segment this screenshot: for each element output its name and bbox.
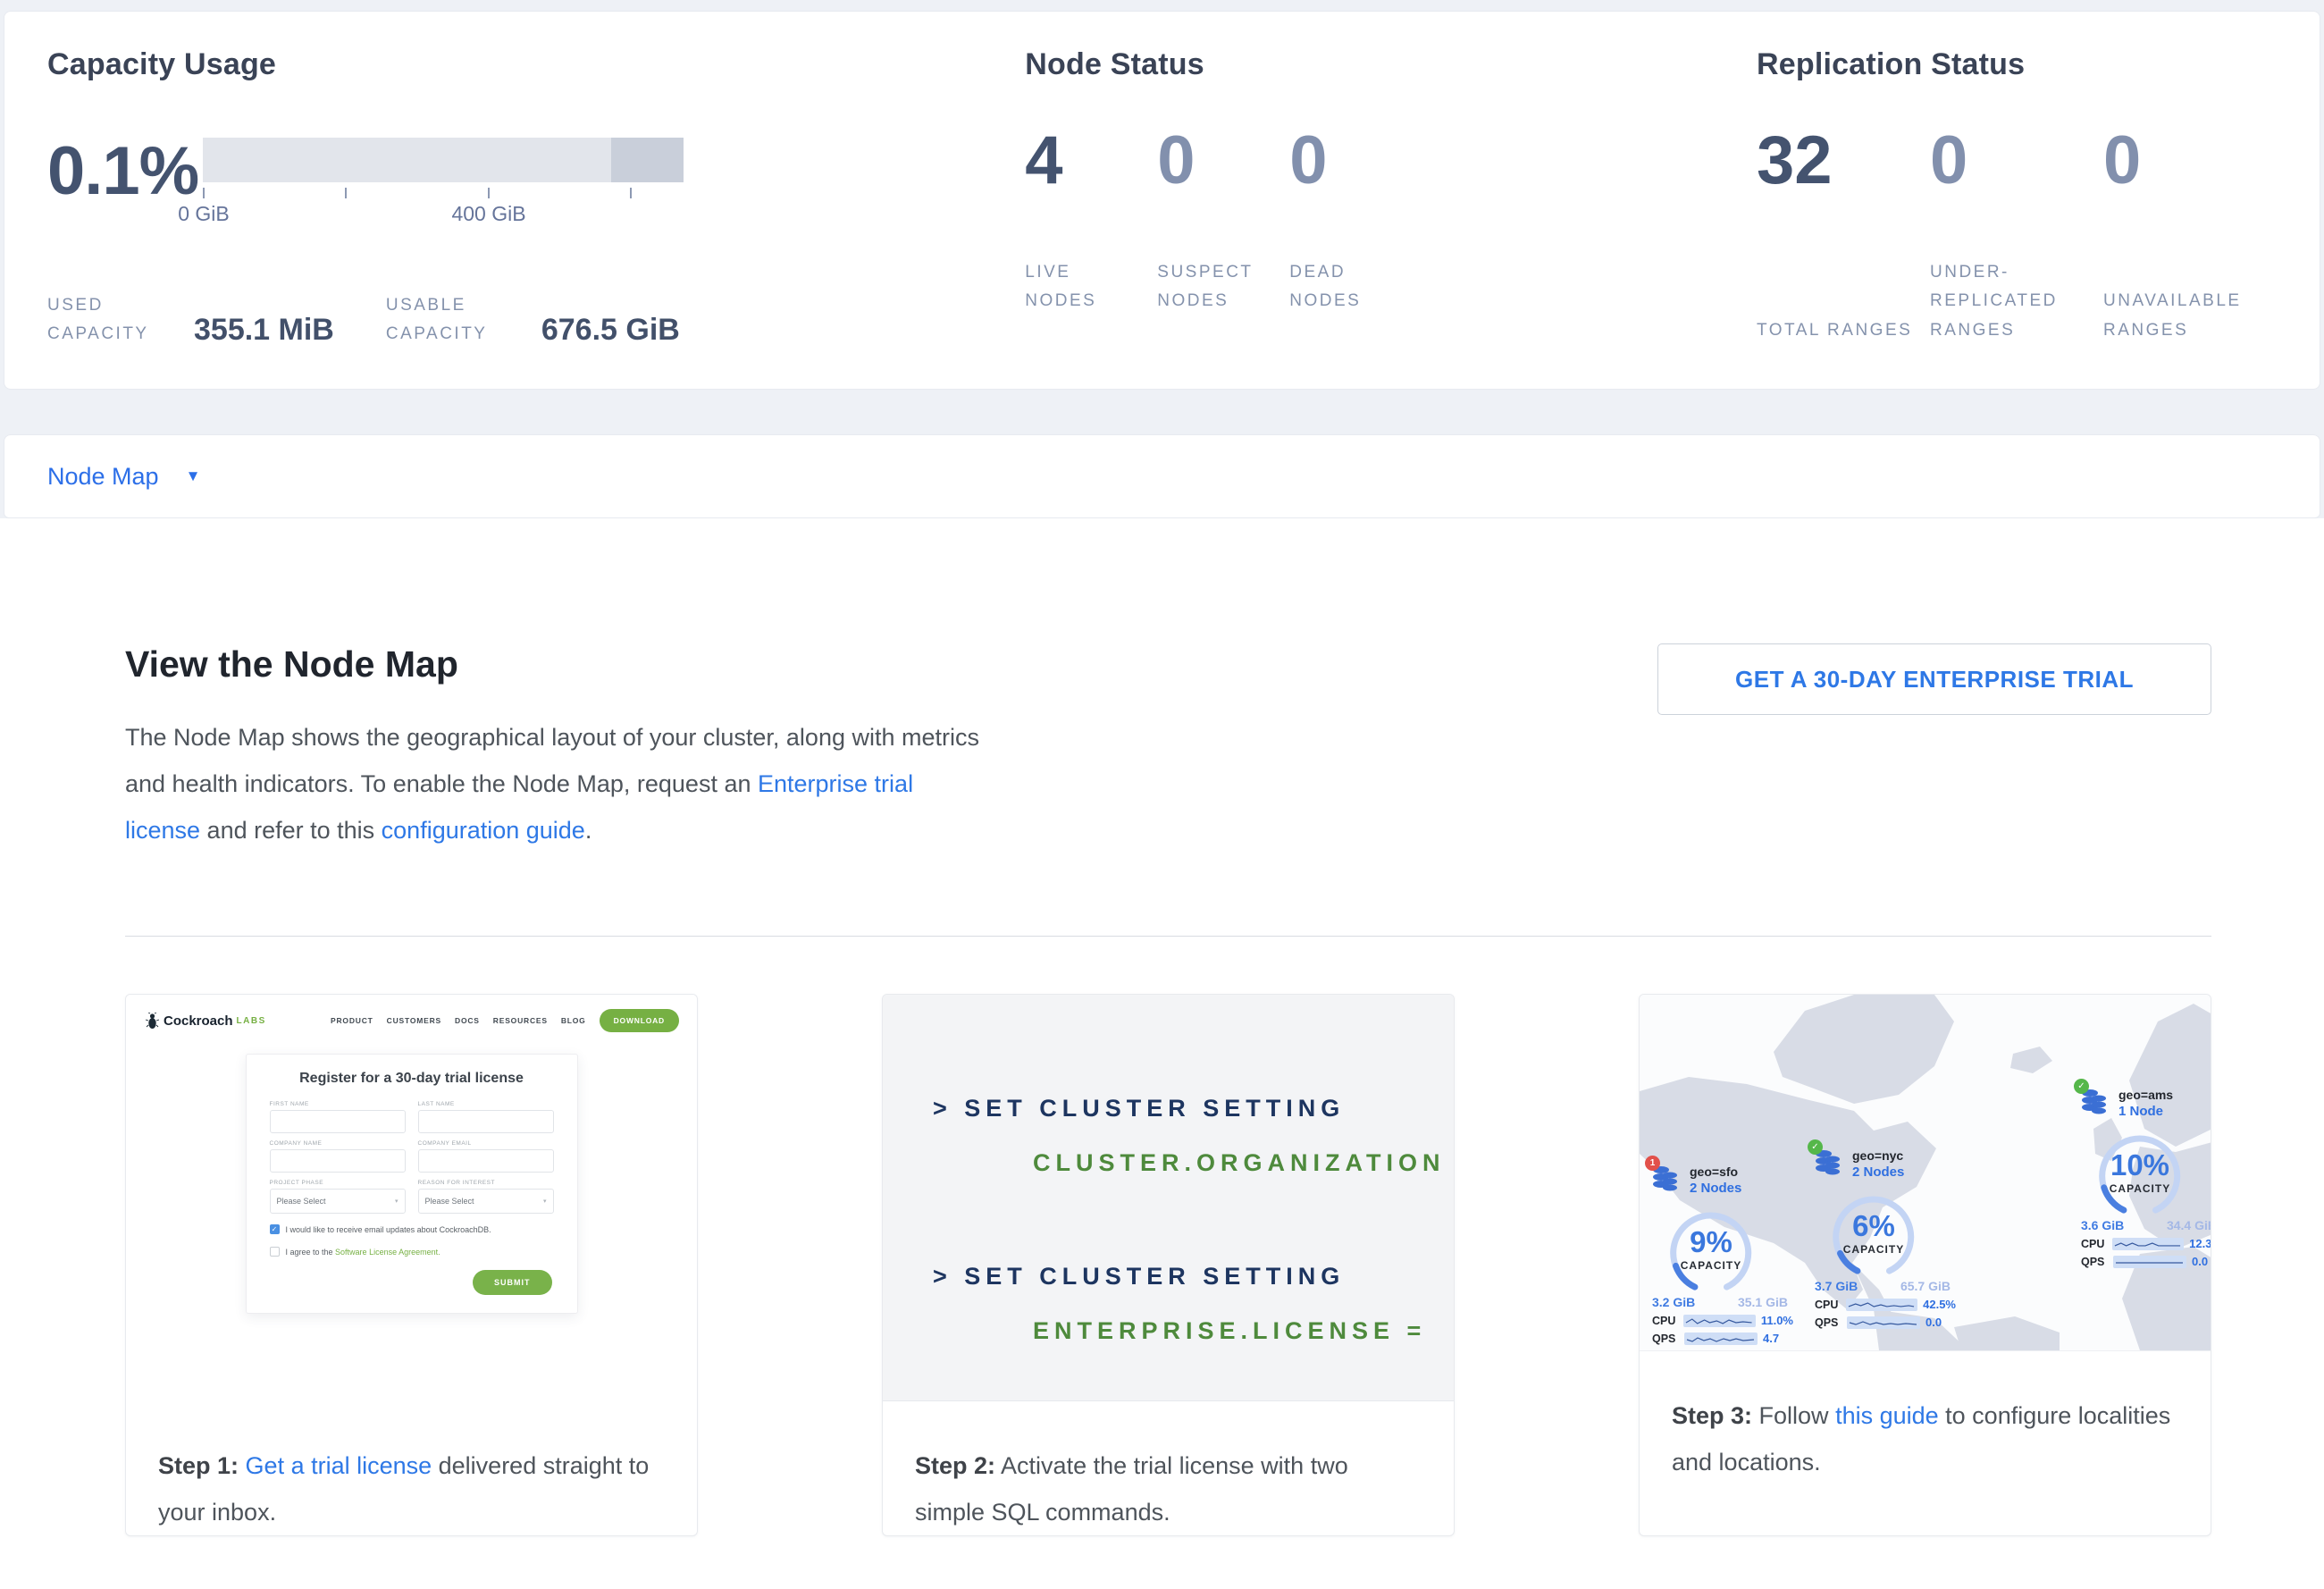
- capacity-usage-title: Capacity Usage: [47, 47, 1025, 82]
- under-replicated-count: 0: [1930, 122, 2103, 199]
- site-download-button: DOWNLOAD: [600, 1009, 679, 1032]
- node-map-dropdown[interactable]: Node Map: [47, 463, 159, 491]
- trial-registration-form: Register for a 30-day trial license FIRS…: [246, 1054, 578, 1314]
- reason-select: Please Select▾: [418, 1189, 554, 1214]
- under-replicated-label: UNDER-REPLICATED RANGES: [1930, 258, 2091, 345]
- unavailable-label: UNAVAILABLE RANGES: [2103, 287, 2264, 345]
- top-summary-area: Capacity Usage 0.1% 0 GiB 400 Gi: [0, 0, 2324, 518]
- locality-widget-nyc: ✓ geo=nyc 2 Nodes: [1815, 1148, 1956, 1329]
- suspect-nodes-count: 0: [1157, 122, 1289, 199]
- total-ranges-label: TOTAL RANGES: [1757, 316, 1917, 345]
- replication-status-title: Replication Status: [1757, 47, 2277, 82]
- step2-caption: Step 2: Activate the trial license with …: [883, 1400, 1454, 1535]
- chevron-down-icon[interactable]: ▼: [186, 467, 201, 485]
- step3-caption: Step 3: Follow this guide to configure l…: [1640, 1350, 2211, 1535]
- locality-node-count: 1 Node: [2118, 1104, 2173, 1119]
- form-submit-button: SUBMIT: [473, 1270, 552, 1295]
- site-nav-blog: BLOG: [561, 1016, 586, 1025]
- first-name-field: [270, 1110, 406, 1133]
- sql-arg-2: ENTERPRISE.LICENSE =: [1033, 1317, 1454, 1345]
- locality-name: geo=nyc: [1852, 1148, 1904, 1163]
- healthy-badge: ✓: [2074, 1079, 2089, 1094]
- section-divider: [125, 936, 2211, 937]
- capacity-gauge: 9% CAPACITY: [1654, 1204, 1768, 1293]
- email-updates-checkbox: ✓: [270, 1224, 280, 1234]
- capacity-gauge: 10% CAPACITY: [2083, 1127, 2197, 1216]
- step3-card: 1 geo=sfo 2 Nodes: [1639, 994, 2211, 1536]
- locality-name: geo=sfo: [1690, 1164, 1741, 1179]
- step2-card: > SET CLUSTER SETTING CLUSTER.ORGANIZATI…: [882, 994, 1455, 1536]
- qps-sparkline: [1684, 1333, 1758, 1345]
- get-trial-license-link[interactable]: Get a trial license: [246, 1452, 432, 1479]
- usable-capacity-label: USABLE CAPACITY: [386, 291, 511, 349]
- live-nodes-count: 4: [1025, 122, 1157, 199]
- this-guide-link[interactable]: this guide: [1835, 1402, 1939, 1429]
- locality-widget-sfo: 1 geo=sfo 2 Nodes: [1652, 1164, 1793, 1345]
- company-name-field: [270, 1149, 406, 1173]
- page-title: View the Node Map: [125, 643, 983, 685]
- error-badge: 1: [1645, 1156, 1660, 1171]
- cpu-sparkline: [2112, 1238, 2184, 1250]
- locality-node-count: 2 Nodes: [1690, 1181, 1741, 1196]
- sql-command-2: > SET CLUSTER SETTING: [933, 1263, 1454, 1291]
- capacity-tick-400: 400 GiB: [451, 202, 525, 226]
- dead-nodes-label: DEAD NODES: [1289, 258, 1405, 316]
- site-nav-resources: RESOURCES: [493, 1016, 548, 1025]
- capacity-usage-section: Capacity Usage 0.1% 0 GiB 400 Gi: [47, 47, 1025, 389]
- intro-paragraph: The Node Map shows the geographical layo…: [125, 714, 983, 853]
- node-map-promo-content: View the Node Map The Node Map shows the…: [0, 518, 2324, 1536]
- replication-status-section: Replication Status 32 0 0 TOTAL RANGES U…: [1757, 47, 2277, 389]
- configuration-guide-link[interactable]: configuration guide: [382, 817, 585, 844]
- cockroach-labs-logo: Cockroach LABS: [146, 1013, 266, 1030]
- locality-name: geo=ams: [2118, 1088, 2173, 1102]
- sql-arg-1: CLUSTER.ORGANIZATION =: [1033, 1149, 1454, 1177]
- capacity-tick-0: 0 GiB: [178, 202, 230, 226]
- live-nodes-label: LIVE NODES: [1025, 258, 1141, 316]
- company-email-field: [418, 1149, 554, 1173]
- last-name-field: [418, 1110, 554, 1133]
- form-title: Register for a 30-day trial license: [270, 1071, 554, 1087]
- used-capacity-label: USED CAPACITY: [47, 291, 164, 349]
- usable-capacity-value: 676.5 GiB: [541, 313, 680, 348]
- site-nav-docs: DOCS: [455, 1016, 480, 1025]
- license-agreement-checkbox: [270, 1247, 280, 1257]
- get-enterprise-trial-button[interactable]: GET A 30-DAY ENTERPRISE TRIAL: [1657, 643, 2211, 715]
- sql-command-1: > SET CLUSTER SETTING: [933, 1095, 1454, 1122]
- site-nav: PRODUCT CUSTOMERS DOCS RESOURCES BLOG DO…: [331, 1009, 679, 1032]
- node-status-title: Node Status: [1025, 47, 1757, 82]
- qps-sparkline: [2113, 1256, 2186, 1268]
- total-ranges-count: 32: [1757, 122, 1930, 199]
- project-phase-select: Please Select▾: [270, 1189, 406, 1214]
- healthy-badge: ✓: [1808, 1139, 1823, 1155]
- trial-license-site-thumbnail: Cockroach LABS PRODUCT CUSTOMERS DOCS RE…: [126, 995, 697, 1401]
- sql-commands-figure: > SET CLUSTER SETTING CLUSTER.ORGANIZATI…: [883, 995, 1454, 1400]
- node-map-preview: 1 geo=sfo 2 Nodes: [1640, 995, 2211, 1350]
- locality-node-count: 2 Nodes: [1852, 1164, 1904, 1180]
- site-nav-product: PRODUCT: [331, 1016, 373, 1025]
- step1-card: Cockroach LABS PRODUCT CUSTOMERS DOCS RE…: [125, 994, 698, 1536]
- capacity-bar-track: [203, 138, 684, 182]
- qps-sparkline: [1847, 1316, 1920, 1329]
- view-selector-bar: Node Map ▼: [4, 434, 2320, 518]
- dead-nodes-count: 0: [1289, 122, 1422, 199]
- capacity-percent: 0.1%: [47, 132, 198, 210]
- capacity-axis-ticks: [203, 188, 684, 202]
- capacity-gauge: 6% CAPACITY: [1816, 1188, 1931, 1277]
- cockroach-bug-icon: [146, 1013, 159, 1030]
- capacity-bar: 0 GiB 400 GiB: [203, 138, 684, 229]
- node-status-section: Node Status 4 0 0 LIVE NODES SUSPECT NOD…: [1025, 47, 1757, 389]
- capacity-bar-reserved-segment: [611, 138, 684, 182]
- suspect-nodes-label: SUSPECT NODES: [1157, 258, 1273, 316]
- cpu-sparkline: [1846, 1299, 1917, 1311]
- cpu-sparkline: [1683, 1315, 1755, 1327]
- used-capacity-value: 355.1 MiB: [194, 313, 334, 348]
- unavailable-count: 0: [2103, 122, 2277, 199]
- cluster-summary-panel: Capacity Usage 0.1% 0 GiB 400 Gi: [4, 11, 2320, 390]
- locality-widget-ams: ✓ geo=ams 1 Node: [2081, 1088, 2211, 1268]
- site-nav-customers: CUSTOMERS: [387, 1016, 441, 1025]
- software-license-link: Software License Agreement.: [335, 1248, 440, 1257]
- step1-caption: Step 1: Get a trial license delivered st…: [126, 1401, 697, 1535]
